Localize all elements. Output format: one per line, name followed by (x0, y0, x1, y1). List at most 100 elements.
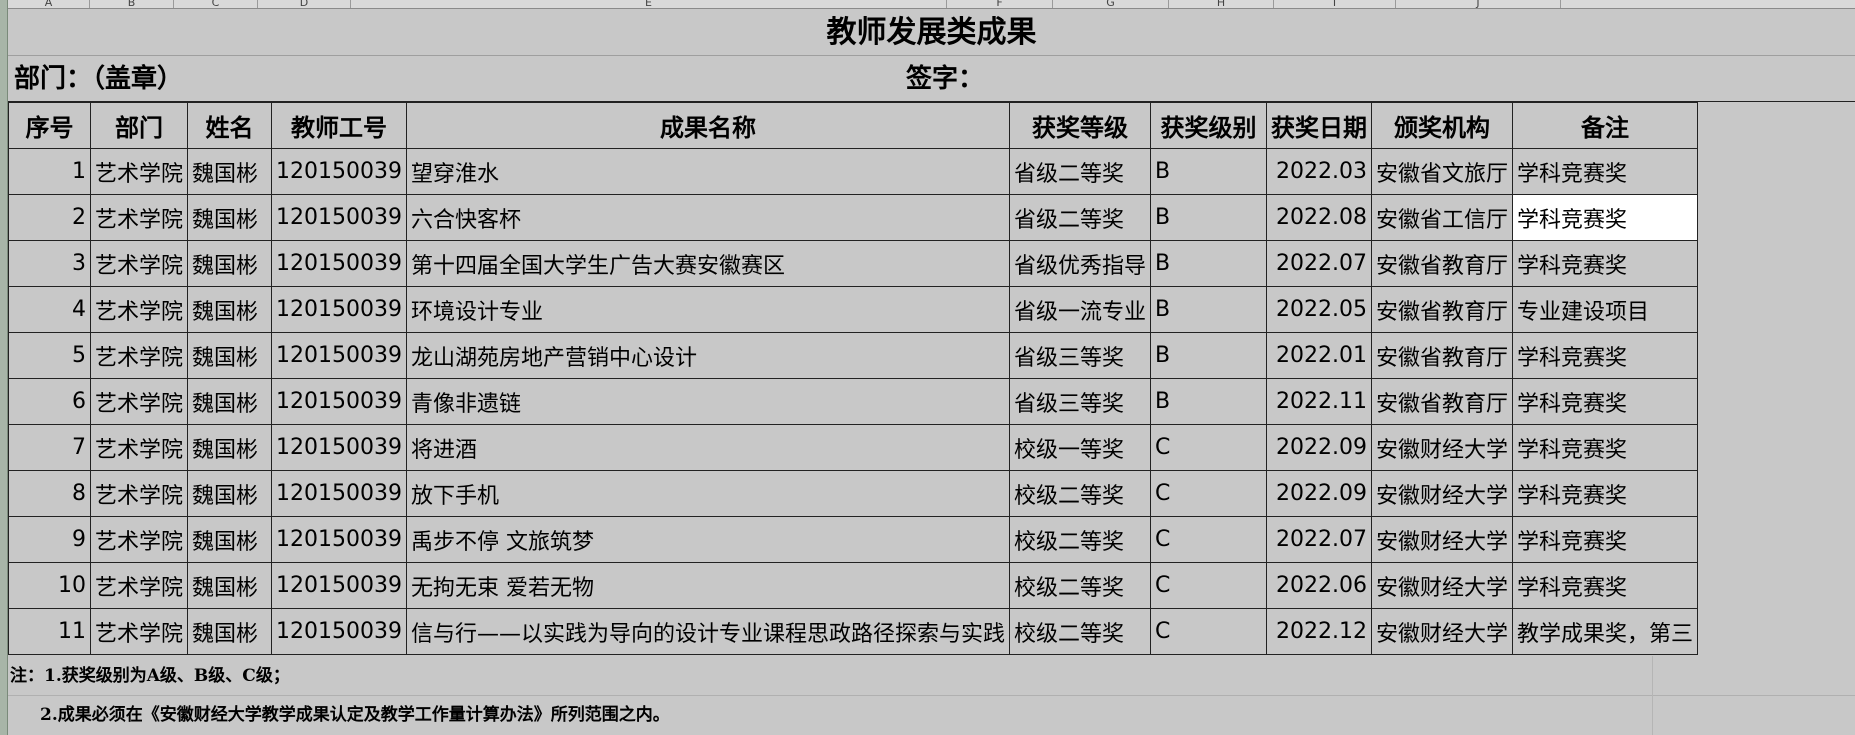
column-header-i[interactable]: I (1274, 0, 1396, 8)
signature-row[interactable]: 部门：（盖章） 签字： (8, 56, 1855, 102)
cell-award-level[interactable]: B (1150, 286, 1268, 333)
header-teacher-id[interactable]: 教师工号 (271, 102, 407, 149)
cell-issuer[interactable]: 安徽省教育厅 (1371, 378, 1514, 425)
cell-award-grade[interactable]: 省级三等奖 (1009, 332, 1152, 379)
cell-index[interactable]: 9 (8, 516, 91, 563)
column-header-j[interactable]: J (1396, 0, 1561, 8)
cell-index[interactable]: 8 (8, 470, 91, 517)
cell-issuer[interactable]: 安徽财经大学 (1371, 424, 1514, 471)
sheet-title[interactable]: 教师发展类成果 (8, 10, 1855, 56)
header-department[interactable]: 部门 (89, 102, 189, 149)
cell-name[interactable]: 魏国彬 (187, 240, 273, 287)
cell-teacher-id[interactable]: 120150039 (271, 562, 407, 609)
cell-teacher-id[interactable]: 120150039 (271, 332, 407, 379)
cell-teacher-id[interactable]: 120150039 (271, 194, 407, 241)
cell-index[interactable]: 2 (8, 194, 91, 241)
cell-achievement[interactable]: 禹步不停 文旅筑梦 (405, 516, 1011, 563)
cell-award-grade[interactable]: 省级优秀指导 (1009, 240, 1152, 287)
cell-name[interactable]: 魏国彬 (187, 470, 273, 517)
cell-department[interactable]: 艺术学院 (89, 424, 189, 471)
cell-achievement[interactable]: 龙山湖苑房地产营销中心设计 (405, 332, 1011, 379)
cell-department[interactable]: 艺术学院 (89, 194, 189, 241)
cell-award-grade[interactable]: 校级二等奖 (1009, 470, 1152, 517)
cell-name[interactable]: 魏国彬 (187, 194, 273, 241)
cell-remark[interactable]: 学科竞赛奖 (1512, 194, 1699, 241)
cell-award-date[interactable]: 2022.09 (1266, 470, 1373, 517)
cell-index[interactable]: 6 (8, 378, 91, 425)
column-header-g[interactable]: G (1053, 0, 1169, 8)
cell-issuer[interactable]: 安徽财经大学 (1371, 516, 1514, 563)
cell-name[interactable]: 魏国彬 (187, 608, 273, 655)
note-line-1[interactable]: 注：1.获奖级别为A级、B级、C级； (8, 656, 1855, 696)
cell-achievement[interactable]: 无拘无束 爱若无物 (405, 562, 1011, 609)
column-header-e[interactable]: E (351, 0, 947, 8)
cell-award-level[interactable]: C (1150, 516, 1268, 563)
cell-department[interactable]: 艺术学院 (89, 516, 189, 563)
cell-award-grade[interactable]: 省级三等奖 (1009, 378, 1152, 425)
cell-name[interactable]: 魏国彬 (187, 516, 273, 563)
cell-award-grade[interactable]: 省级二等奖 (1009, 194, 1152, 241)
cell-index[interactable]: 5 (8, 332, 91, 379)
cell-award-date[interactable]: 2022.01 (1266, 332, 1373, 379)
cell-award-date[interactable]: 2022.07 (1266, 516, 1373, 563)
cell-index[interactable]: 10 (8, 562, 91, 609)
header-remark[interactable]: 备注 (1512, 102, 1699, 149)
cell-department[interactable]: 艺术学院 (89, 562, 189, 609)
cell-award-date[interactable]: 2022.08 (1266, 194, 1373, 241)
cell-award-date[interactable]: 2022.11 (1266, 378, 1373, 425)
header-award-level[interactable]: 获奖级别 (1150, 102, 1268, 149)
cell-issuer[interactable]: 安徽省工信厅 (1371, 194, 1514, 241)
column-header-bar[interactable]: A B C D E F G H I J (8, 0, 1855, 9)
cell-issuer[interactable]: 安徽省教育厅 (1371, 332, 1514, 379)
cell-achievement[interactable]: 环境设计专业 (405, 286, 1011, 333)
cell-department[interactable]: 艺术学院 (89, 378, 189, 425)
cell-teacher-id[interactable]: 120150039 (271, 516, 407, 563)
cell-award-grade[interactable]: 校级一等奖 (1009, 424, 1152, 471)
cell-issuer[interactable]: 安徽财经大学 (1371, 608, 1514, 655)
cell-award-date[interactable]: 2022.07 (1266, 240, 1373, 287)
cell-name[interactable]: 魏国彬 (187, 562, 273, 609)
cell-award-date[interactable]: 2022.12 (1266, 608, 1373, 655)
column-header-b[interactable]: B (90, 0, 174, 8)
cell-index[interactable]: 3 (8, 240, 91, 287)
cell-award-level[interactable]: C (1150, 562, 1268, 609)
cell-achievement[interactable]: 六合快客杯 (405, 194, 1011, 241)
cell-award-grade[interactable]: 省级二等奖 (1009, 148, 1152, 195)
cell-teacher-id[interactable]: 120150039 (271, 240, 407, 287)
cell-name[interactable]: 魏国彬 (187, 378, 273, 425)
cell-award-grade[interactable]: 校级二等奖 (1009, 608, 1152, 655)
cell-name[interactable]: 魏国彬 (187, 148, 273, 195)
cell-award-level[interactable]: B (1150, 194, 1268, 241)
cell-issuer[interactable]: 安徽省教育厅 (1371, 286, 1514, 333)
cell-award-date[interactable]: 2022.06 (1266, 562, 1373, 609)
cell-achievement[interactable]: 望穿淮水 (405, 148, 1011, 195)
cell-award-level[interactable]: C (1150, 470, 1268, 517)
cell-award-level[interactable]: C (1150, 608, 1268, 655)
cell-name[interactable]: 魏国彬 (187, 424, 273, 471)
cell-award-date[interactable]: 2022.05 (1266, 286, 1373, 333)
cell-award-level[interactable]: B (1150, 148, 1268, 195)
header-issuer[interactable]: 颁奖机构 (1371, 102, 1514, 149)
cell-issuer[interactable]: 安徽财经大学 (1371, 470, 1514, 517)
cell-issuer[interactable]: 安徽财经大学 (1371, 562, 1514, 609)
cell-award-level[interactable]: B (1150, 240, 1268, 287)
column-header-h[interactable]: H (1169, 0, 1274, 8)
cell-award-grade[interactable]: 省级一流专业 (1009, 286, 1152, 333)
cell-teacher-id[interactable]: 120150039 (271, 470, 407, 517)
cell-achievement[interactable]: 第十四届全国大学生广告大赛安徽赛区 (405, 240, 1011, 287)
cell-teacher-id[interactable]: 120150039 (271, 148, 407, 195)
cell-remark[interactable]: 学科竞赛奖 (1512, 562, 1699, 609)
cell-achievement[interactable]: 放下手机 (405, 470, 1011, 517)
cell-teacher-id[interactable]: 120150039 (271, 378, 407, 425)
cell-remark[interactable]: 学科竞赛奖 (1512, 240, 1699, 287)
cell-award-level[interactable]: C (1150, 424, 1268, 471)
header-name[interactable]: 姓名 (187, 102, 273, 149)
cell-remark[interactable]: 学科竞赛奖 (1512, 516, 1699, 563)
cell-remark[interactable]: 专业建设项目 (1512, 286, 1699, 333)
cell-department[interactable]: 艺术学院 (89, 148, 189, 195)
cell-teacher-id[interactable]: 120150039 (271, 286, 407, 333)
header-award-grade[interactable]: 获奖等级 (1009, 102, 1152, 149)
header-achievement[interactable]: 成果名称 (405, 102, 1011, 149)
row-header-strip[interactable] (0, 0, 8, 735)
cell-index[interactable]: 11 (8, 608, 91, 655)
